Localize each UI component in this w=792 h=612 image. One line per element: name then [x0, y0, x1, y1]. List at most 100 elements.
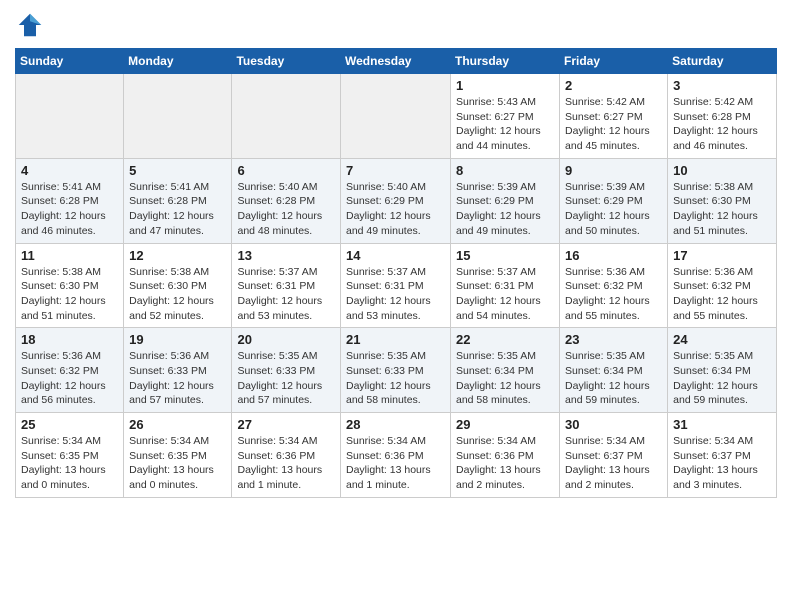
- week-row-4: 18 Sunrise: 5:36 AM Sunset: 6:32 PM Dayli…: [16, 328, 777, 413]
- header-tuesday: Tuesday: [232, 49, 341, 74]
- calendar-cell: 23 Sunrise: 5:35 AM Sunset: 6:34 PM Dayli…: [560, 328, 668, 413]
- day-number: 29: [456, 417, 554, 432]
- day-number: 24: [673, 332, 771, 347]
- calendar-cell: 12 Sunrise: 5:38 AM Sunset: 6:30 PM Dayli…: [124, 243, 232, 328]
- calendar-cell: 22 Sunrise: 5:35 AM Sunset: 6:34 PM Dayli…: [451, 328, 560, 413]
- day-info: Sunrise: 5:34 AM Sunset: 6:37 PM Dayligh…: [565, 434, 662, 493]
- day-number: 14: [346, 248, 445, 263]
- day-number: 10: [673, 163, 771, 178]
- calendar-cell: [124, 74, 232, 159]
- day-number: 26: [129, 417, 226, 432]
- header-friday: Friday: [560, 49, 668, 74]
- day-info: Sunrise: 5:42 AM Sunset: 6:27 PM Dayligh…: [565, 95, 662, 154]
- day-number: 21: [346, 332, 445, 347]
- calendar-cell: 6 Sunrise: 5:40 AM Sunset: 6:28 PM Daylig…: [232, 158, 341, 243]
- calendar-cell: 11 Sunrise: 5:38 AM Sunset: 6:30 PM Dayli…: [16, 243, 124, 328]
- day-info: Sunrise: 5:38 AM Sunset: 6:30 PM Dayligh…: [129, 265, 226, 324]
- calendar-cell: 16Sunrise: 5:36 AM Sunset: 6:32 PM Dayli…: [560, 243, 668, 328]
- day-info: Sunrise: 5:39 AM Sunset: 6:29 PM Dayligh…: [456, 180, 554, 239]
- day-info: Sunrise: 5:36 AM Sunset: 6:33 PM Dayligh…: [129, 349, 226, 408]
- day-info: Sunrise: 5:42 AM Sunset: 6:28 PM Dayligh…: [673, 95, 771, 154]
- day-number: 28: [346, 417, 445, 432]
- day-number: 2: [565, 78, 662, 93]
- calendar-cell: 18 Sunrise: 5:36 AM Sunset: 6:32 PM Dayli…: [16, 328, 124, 413]
- day-info: Sunrise: 5:34 AM Sunset: 6:37 PM Dayligh…: [673, 434, 771, 493]
- day-number: 12: [129, 248, 226, 263]
- header-row: SundayMondayTuesdayWednesdayThursdayFrid…: [16, 49, 777, 74]
- calendar-header: SundayMondayTuesdayWednesdayThursdayFrid…: [16, 49, 777, 74]
- calendar-cell: 10 Sunrise: 5:38 AM Sunset: 6:30 PM Dayli…: [668, 158, 777, 243]
- week-row-5: 25 Sunrise: 5:34 AM Sunset: 6:35 PM Dayli…: [16, 413, 777, 498]
- page-header: [15, 10, 777, 40]
- day-info: Sunrise: 5:41 AM Sunset: 6:28 PM Dayligh…: [129, 180, 226, 239]
- week-row-1: 1 Sunrise: 5:43 AM Sunset: 6:27 PM Daylig…: [16, 74, 777, 159]
- day-number: 7: [346, 163, 445, 178]
- header-wednesday: Wednesday: [341, 49, 451, 74]
- day-number: 8: [456, 163, 554, 178]
- day-number: 22: [456, 332, 554, 347]
- day-number: 13: [237, 248, 335, 263]
- calendar-cell: 20 Sunrise: 5:35 AM Sunset: 6:33 PM Dayli…: [232, 328, 341, 413]
- calendar-table: SundayMondayTuesdayWednesdayThursdayFrid…: [15, 48, 777, 498]
- calendar-cell: [341, 74, 451, 159]
- day-info: Sunrise: 5:35 AM Sunset: 6:34 PM Dayligh…: [565, 349, 662, 408]
- day-info: Sunrise: 5:35 AM Sunset: 6:34 PM Dayligh…: [456, 349, 554, 408]
- week-row-3: 11 Sunrise: 5:38 AM Sunset: 6:30 PM Dayli…: [16, 243, 777, 328]
- day-info: Sunrise: 5:40 AM Sunset: 6:28 PM Dayligh…: [237, 180, 335, 239]
- calendar-cell: 3 Sunrise: 5:42 AM Sunset: 6:28 PM Daylig…: [668, 74, 777, 159]
- header-sunday: Sunday: [16, 49, 124, 74]
- calendar-cell: 19 Sunrise: 5:36 AM Sunset: 6:33 PM Dayli…: [124, 328, 232, 413]
- day-info: Sunrise: 5:36 AM Sunset: 6:32 PM Dayligh…: [21, 349, 118, 408]
- day-info: Sunrise: 5:38 AM Sunset: 6:30 PM Dayligh…: [673, 180, 771, 239]
- day-number: 1: [456, 78, 554, 93]
- day-info: Sunrise: 5:34 AM Sunset: 6:36 PM Dayligh…: [237, 434, 335, 493]
- day-info: Sunrise: 5:34 AM Sunset: 6:36 PM Dayligh…: [346, 434, 445, 493]
- calendar-cell: 29 Sunrise: 5:34 AM Sunset: 6:36 PM Dayli…: [451, 413, 560, 498]
- day-number: 11: [21, 248, 118, 263]
- day-number: 15: [456, 248, 554, 263]
- calendar-cell: 8 Sunrise: 5:39 AM Sunset: 6:29 PM Daylig…: [451, 158, 560, 243]
- logo: [15, 10, 49, 40]
- day-number: 9: [565, 163, 662, 178]
- day-info: Sunrise: 5:35 AM Sunset: 6:33 PM Dayligh…: [237, 349, 335, 408]
- day-info: Sunrise: 5:36 AM Sunset: 6:32 PM Dayligh…: [565, 265, 662, 324]
- calendar-cell: 28 Sunrise: 5:34 AM Sunset: 6:36 PM Dayli…: [341, 413, 451, 498]
- day-info: Sunrise: 5:36 AM Sunset: 6:32 PM Dayligh…: [673, 265, 771, 324]
- day-number: 5: [129, 163, 226, 178]
- day-number: 23: [565, 332, 662, 347]
- day-info: Sunrise: 5:35 AM Sunset: 6:33 PM Dayligh…: [346, 349, 445, 408]
- week-row-2: 4 Sunrise: 5:41 AM Sunset: 6:28 PM Daylig…: [16, 158, 777, 243]
- day-number: 18: [21, 332, 118, 347]
- calendar-body: 1 Sunrise: 5:43 AM Sunset: 6:27 PM Daylig…: [16, 74, 777, 498]
- day-number: 17: [673, 248, 771, 263]
- calendar-cell: 13 Sunrise: 5:37 AM Sunset: 6:31 PM Dayli…: [232, 243, 341, 328]
- day-info: Sunrise: 5:41 AM Sunset: 6:28 PM Dayligh…: [21, 180, 118, 239]
- day-info: Sunrise: 5:37 AM Sunset: 6:31 PM Dayligh…: [237, 265, 335, 324]
- day-info: Sunrise: 5:43 AM Sunset: 6:27 PM Dayligh…: [456, 95, 554, 154]
- day-number: 27: [237, 417, 335, 432]
- calendar-cell: 9 Sunrise: 5:39 AM Sunset: 6:29 PM Daylig…: [560, 158, 668, 243]
- day-info: Sunrise: 5:37 AM Sunset: 6:31 PM Dayligh…: [456, 265, 554, 324]
- day-info: Sunrise: 5:35 AM Sunset: 6:34 PM Dayligh…: [673, 349, 771, 408]
- day-number: 6: [237, 163, 335, 178]
- day-info: Sunrise: 5:34 AM Sunset: 6:35 PM Dayligh…: [129, 434, 226, 493]
- day-info: Sunrise: 5:40 AM Sunset: 6:29 PM Dayligh…: [346, 180, 445, 239]
- calendar-cell: [16, 74, 124, 159]
- day-number: 19: [129, 332, 226, 347]
- calendar-cell: 2 Sunrise: 5:42 AM Sunset: 6:27 PM Daylig…: [560, 74, 668, 159]
- calendar-cell: 1 Sunrise: 5:43 AM Sunset: 6:27 PM Daylig…: [451, 74, 560, 159]
- day-number: 31: [673, 417, 771, 432]
- day-info: Sunrise: 5:37 AM Sunset: 6:31 PM Dayligh…: [346, 265, 445, 324]
- day-number: 20: [237, 332, 335, 347]
- calendar-cell: 17 Sunrise: 5:36 AM Sunset: 6:32 PM Dayli…: [668, 243, 777, 328]
- day-info: Sunrise: 5:39 AM Sunset: 6:29 PM Dayligh…: [565, 180, 662, 239]
- day-info: Sunrise: 5:34 AM Sunset: 6:36 PM Dayligh…: [456, 434, 554, 493]
- calendar-cell: 24 Sunrise: 5:35 AM Sunset: 6:34 PM Dayli…: [668, 328, 777, 413]
- calendar-cell: 15 Sunrise: 5:37 AM Sunset: 6:31 PM Dayli…: [451, 243, 560, 328]
- day-number: 25: [21, 417, 118, 432]
- calendar-cell: 14 Sunrise: 5:37 AM Sunset: 6:31 PM Dayli…: [341, 243, 451, 328]
- day-number: 3: [673, 78, 771, 93]
- day-info: Sunrise: 5:38 AM Sunset: 6:30 PM Dayligh…: [21, 265, 118, 324]
- day-number: 4: [21, 163, 118, 178]
- logo-icon: [15, 10, 45, 40]
